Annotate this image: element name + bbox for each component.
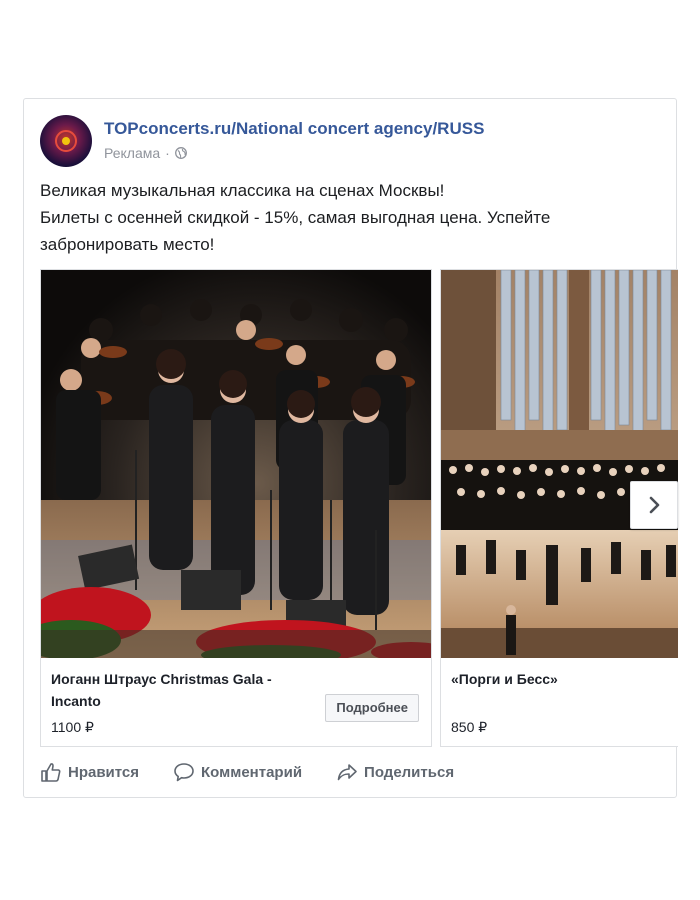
- comment-button[interactable]: Комментарий: [173, 761, 302, 783]
- carousel: Иоганн Штраус Christmas Gala - Incanto 1…: [40, 269, 678, 747]
- comment-icon: [174, 763, 194, 782]
- comment-label[interactable]: Комментарий: [201, 764, 302, 781]
- separator: ·: [165, 145, 170, 161]
- post-text: Великая музыкальная классика на сценах М…: [40, 177, 650, 258]
- like-label[interactable]: Нравится: [68, 764, 139, 781]
- sponsored-row: Реклама ·: [104, 145, 187, 161]
- page-name-link[interactable]: TOPconcerts.ru/National concert agency/R…: [104, 119, 484, 139]
- share-icon: [337, 764, 357, 781]
- share-button[interactable]: Поделиться: [336, 761, 454, 783]
- card-price: 850 ₽: [451, 719, 488, 735]
- like-icon: [41, 763, 61, 782]
- chevron-right-icon: [649, 496, 660, 514]
- card-image-concert-hall[interactable]: [441, 270, 678, 658]
- like-button[interactable]: Нравится: [40, 761, 139, 783]
- carousel-card[interactable]: Иоганн Штраус Christmas Gala - Incanto 1…: [40, 269, 432, 747]
- sponsored-label[interactable]: Реклама: [104, 145, 160, 161]
- card-price: 1100 ₽: [51, 719, 94, 735]
- post-text-line: Билеты с осенней скидкой - 15%, самая вы…: [40, 208, 551, 227]
- card-title-line[interactable]: Иоганн Штраус Christmas Gala -: [51, 668, 311, 690]
- page-avatar[interactable]: [40, 115, 92, 167]
- page-avatar-logo: [55, 130, 77, 152]
- card-image-concert[interactable]: [41, 270, 431, 658]
- post-actions: Нравится Комментарий Поделиться: [40, 757, 488, 787]
- card-title[interactable]: Иоганн Штраус Christmas Gala - Incanto: [51, 668, 311, 712]
- share-label[interactable]: Поделиться: [364, 764, 454, 781]
- post-text-line: забронировать место!: [40, 235, 215, 254]
- card-title-line[interactable]: Incanto: [51, 690, 311, 712]
- learn-more-button[interactable]: Подробнее: [325, 694, 419, 722]
- post-text-line: Великая музыкальная классика на сценах М…: [40, 181, 445, 200]
- globe-icon[interactable]: [174, 147, 187, 159]
- carousel-next-button[interactable]: [630, 481, 678, 529]
- card-title[interactable]: «Порги и Бесс»: [451, 668, 558, 690]
- ad-post: TOPconcerts.ru/National concert agency/R…: [23, 98, 678, 798]
